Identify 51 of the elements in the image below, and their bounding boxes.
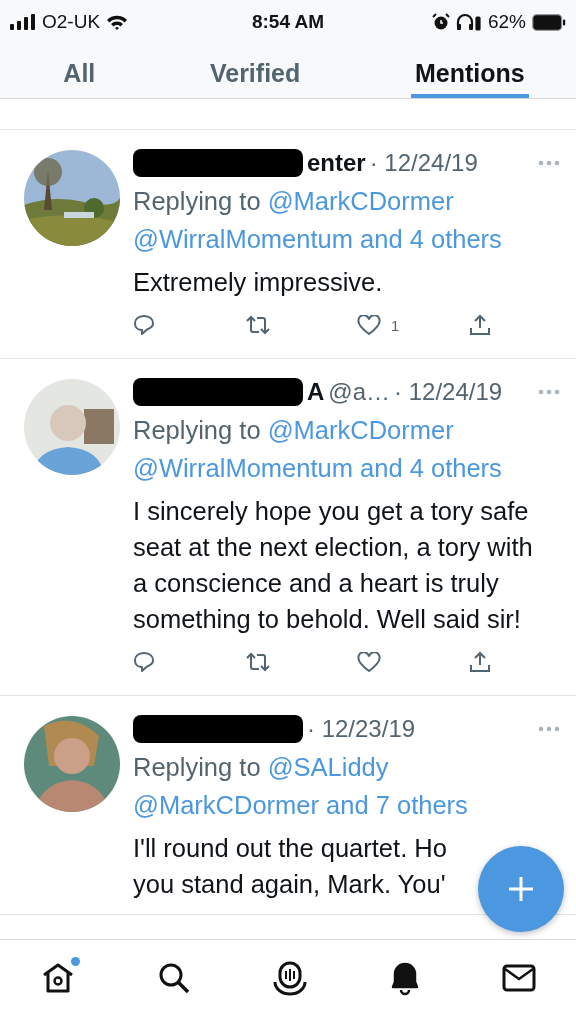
tweet-date: · 12/24/19 bbox=[394, 378, 503, 406]
plus-icon bbox=[507, 875, 535, 903]
tab[interactable]: All bbox=[59, 44, 100, 98]
search-icon bbox=[157, 961, 192, 995]
clock-time: 8:54 AM bbox=[251, 11, 325, 33]
microphone-icon bbox=[272, 960, 308, 996]
carrier-text: O2-UK bbox=[42, 11, 101, 33]
replying-to-text: Replying to @MarkCDormer @WirralMomentum and 4 others bbox=[133, 186, 503, 255]
signal-icon bbox=[10, 14, 36, 30]
others-link[interactable]: and 4 others bbox=[360, 225, 502, 253]
replying-to-text: Replying to @SALiddy @MarkCDormer and 7 others bbox=[133, 752, 469, 821]
tweet-text: I sincerely hope you get a tory safe seat at the next election, a tory with a conscience and a heart is truly something to behold. Well said sir! bbox=[133, 496, 534, 635]
others-link[interactable]: and 4 others bbox=[360, 454, 502, 482]
share-icon[interactable] bbox=[469, 314, 491, 336]
mention-link[interactable]: @MarkCDormer bbox=[267, 416, 454, 444]
tab[interactable]: Verified bbox=[205, 44, 305, 98]
like-count: 1 bbox=[391, 316, 400, 334]
search-nav-item[interactable] bbox=[157, 961, 192, 995]
notification-dot bbox=[71, 957, 81, 966]
others-link[interactable]: and 7 others bbox=[326, 791, 468, 819]
mention-link[interactable]: @WirralMomentum bbox=[133, 454, 353, 482]
user-handle: @a… bbox=[328, 378, 391, 406]
alarm-icon bbox=[431, 13, 450, 31]
mention-link[interactable]: @MarkCDormer bbox=[267, 187, 454, 215]
heart-icon[interactable] bbox=[357, 314, 381, 336]
spaces-nav-item[interactable] bbox=[272, 960, 308, 996]
retweet-icon[interactable] bbox=[245, 315, 271, 335]
mail-nav-item[interactable] bbox=[501, 963, 536, 993]
mail-icon bbox=[501, 963, 536, 993]
mention-link[interactable]: @MarkCDormer bbox=[133, 791, 319, 819]
tweet-date: · 12/24/19 bbox=[369, 149, 478, 177]
tweet-text: I'll round out the quartet. Ho you stand again, Mark. You' bbox=[133, 833, 447, 900]
share-icon[interactable] bbox=[469, 651, 491, 673]
tweet-text: Extremely impressive. bbox=[133, 267, 383, 298]
mention-link[interactable]: @SALiddy bbox=[267, 753, 389, 781]
tab[interactable]: Mentions bbox=[410, 44, 529, 98]
headphones-icon bbox=[455, 13, 482, 31]
retweet-icon[interactable] bbox=[245, 652, 271, 672]
wifi-icon bbox=[106, 14, 129, 30]
reply-icon[interactable] bbox=[133, 651, 155, 673]
user-name: enter bbox=[307, 149, 366, 177]
battery-icon bbox=[532, 13, 566, 31]
tweet-date: · 12/23/19 bbox=[307, 715, 416, 743]
heart-icon[interactable] bbox=[357, 651, 381, 673]
compose-button[interactable] bbox=[478, 846, 564, 932]
reply-icon[interactable] bbox=[133, 314, 155, 336]
user-name: A bbox=[307, 378, 325, 406]
home-nav-item[interactable] bbox=[40, 960, 77, 996]
battery-percent: 62% bbox=[487, 11, 526, 33]
mention-link[interactable]: @WirralMomentum bbox=[133, 225, 353, 253]
replying-to-text: Replying to @MarkCDormer @WirralMomentum and 4 others bbox=[133, 415, 503, 484]
